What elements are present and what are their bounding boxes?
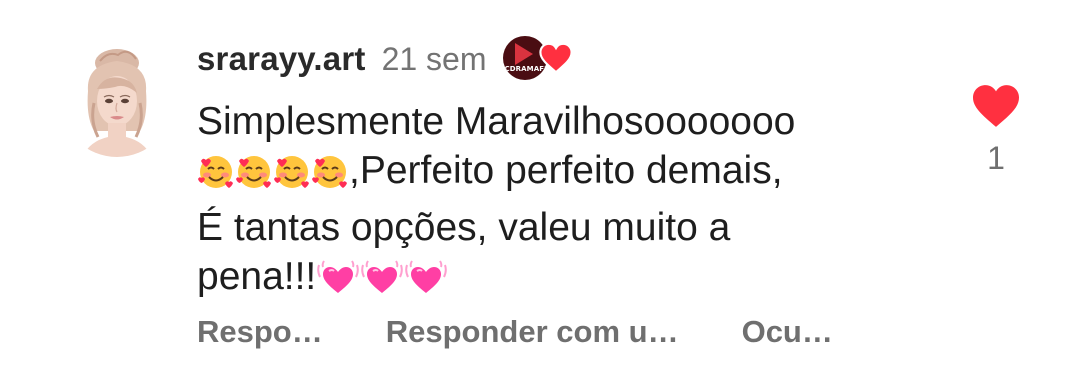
- smiling-face-with-hearts-icon: [311, 153, 349, 203]
- comment-header: srarayy.art 21 sem CDRAMAFL: [197, 36, 573, 82]
- reply-with-video-button[interactable]: Responder com u…: [386, 314, 679, 350]
- creator-liked-badge: CDRAMAFL: [502, 36, 573, 82]
- comment-line-2-text: ,Perfeito perfeito demais,: [349, 149, 783, 192]
- heart-icon: [973, 85, 1019, 127]
- comment-line-4-text: pena!!!: [197, 255, 317, 298]
- comment-line-3: É tantas opções, valeu muito a: [197, 206, 731, 249]
- like-count: 1: [987, 140, 1005, 176]
- comment-actions: Respo… Responder com u… Ocu…: [197, 310, 833, 354]
- heart-icon: [538, 42, 573, 74]
- smiling-face-with-hearts-icon: [197, 153, 235, 203]
- username[interactable]: srarayy.art: [197, 40, 366, 78]
- beating-heart-icon: [316, 259, 360, 309]
- comment-item: srarayy.art 21 sem CDRAMAFL Simplesmente…: [0, 0, 1080, 385]
- comment-line-4: pena!!!: [197, 252, 937, 309]
- avatar[interactable]: [60, 43, 174, 157]
- smiling-face-with-hearts-icon: [235, 153, 273, 203]
- play-icon: [514, 43, 533, 65]
- comment-line-1: Simplesmente Maravilhosooooooo: [197, 100, 796, 143]
- reply-button[interactable]: Respo…: [197, 314, 323, 350]
- avatar-illustration: [82, 49, 152, 157]
- beating-heart-icon: [360, 259, 404, 309]
- like-button[interactable]: [970, 83, 1022, 129]
- comment-line-2: ,Perfeito perfeito demais,: [197, 146, 937, 203]
- hide-button[interactable]: Ocu…: [742, 314, 833, 350]
- comment-text: Simplesmente Maravilhosooooooo ,Perfeito…: [197, 97, 937, 309]
- smiling-face-with-hearts-icon: [273, 153, 311, 203]
- comment-timestamp: 21 sem: [381, 40, 487, 77]
- beating-heart-icon: [404, 259, 448, 309]
